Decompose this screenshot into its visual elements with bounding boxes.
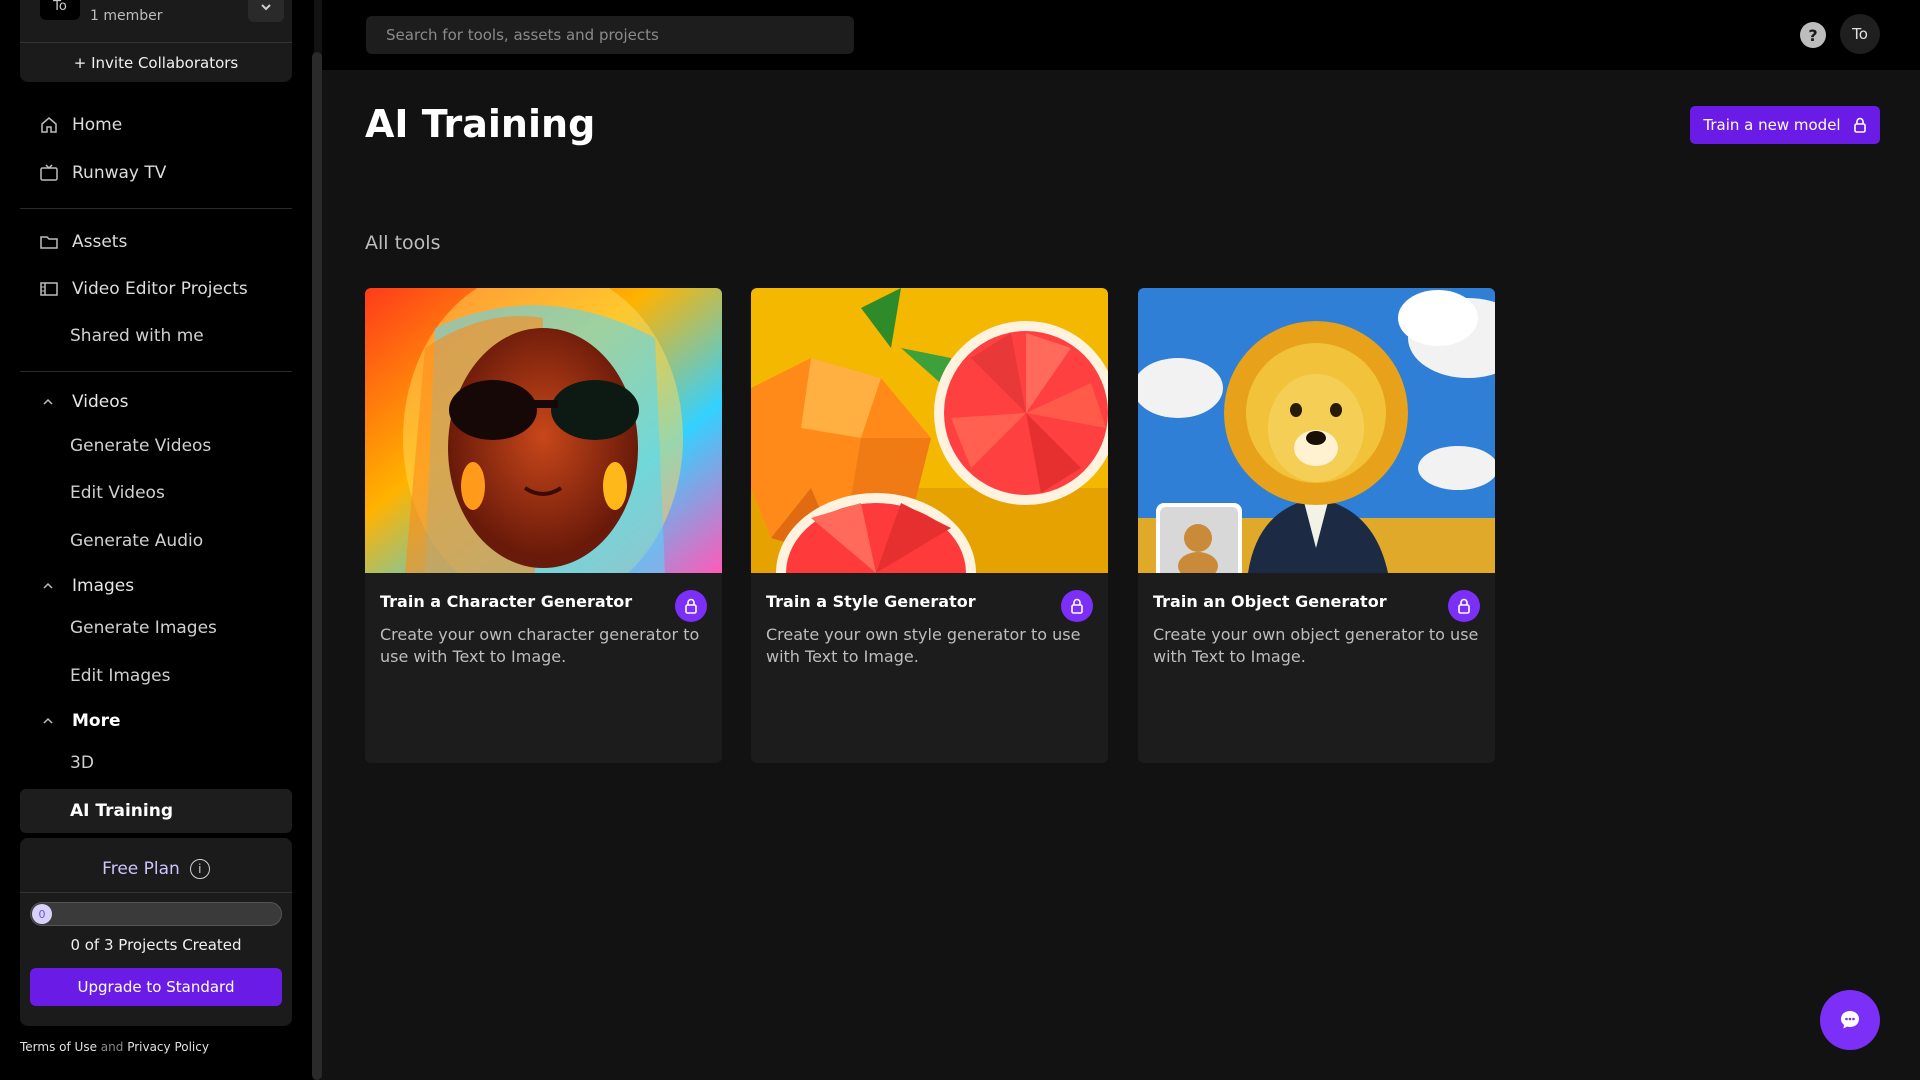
sidebar-item-shared-with-me[interactable]: Shared with me bbox=[70, 318, 204, 354]
lock-icon bbox=[1853, 117, 1866, 133]
projects-progress-bar: 0 bbox=[30, 902, 282, 926]
lock-icon bbox=[1448, 590, 1480, 622]
search-input[interactable] bbox=[366, 16, 854, 54]
privacy-link[interactable]: Privacy Policy bbox=[127, 1040, 209, 1054]
plan-divider bbox=[20, 892, 292, 893]
team-dropdown-button[interactable] bbox=[248, 0, 284, 22]
tool-card-object[interactable]: Train an Object Generator Create your ow… bbox=[1138, 288, 1495, 763]
chevron-down-icon bbox=[261, 4, 271, 11]
sidebar-item-label: Assets bbox=[72, 232, 128, 252]
sidebar-item-edit-images[interactable]: Edit Images bbox=[70, 658, 170, 694]
team-card: To 1 member + Invite Collaborators bbox=[20, 0, 292, 82]
sidebar-item-runway-tv[interactable]: Runway TV bbox=[38, 155, 166, 191]
terms-link[interactable]: Terms of Use bbox=[20, 1040, 97, 1054]
sidebar-item-3d[interactable]: 3D bbox=[70, 745, 94, 781]
card-description: Create your own character generator to u… bbox=[380, 625, 700, 666]
chevron-up-icon bbox=[38, 714, 58, 728]
sidebar: To 1 member + Invite Collaborators Home … bbox=[0, 0, 314, 1080]
sidebar-item-label: Home bbox=[72, 115, 123, 135]
sidebar-item-generate-videos[interactable]: Generate Videos bbox=[70, 428, 211, 464]
user-avatar[interactable]: To bbox=[1840, 14, 1880, 54]
sidebar-section-label: Videos bbox=[72, 392, 129, 412]
sidebar-item-assets[interactable]: Assets bbox=[38, 224, 127, 260]
team-avatar[interactable]: To bbox=[40, 0, 80, 20]
sidebar-divider bbox=[20, 371, 292, 372]
home-icon bbox=[38, 114, 60, 136]
plan-card: Free Plan i 0 0 of 3 Projects Created Up… bbox=[20, 838, 292, 1026]
card-image-object bbox=[1138, 288, 1495, 573]
sidebar-section-label: More bbox=[72, 711, 121, 731]
invite-collaborators-button[interactable]: + Invite Collaborators bbox=[20, 46, 292, 80]
card-description: Create your own object generator to use … bbox=[1153, 625, 1479, 666]
train-new-model-label: Train a new model bbox=[1703, 116, 1841, 134]
film-icon bbox=[38, 278, 60, 300]
tool-card-character[interactable]: Train a Character Generator Create your … bbox=[365, 288, 722, 763]
chevron-up-icon bbox=[38, 579, 58, 593]
sidebar-scrollbar[interactable] bbox=[312, 52, 322, 1080]
team-divider bbox=[20, 42, 292, 43]
team-members-count: 1 member bbox=[90, 8, 163, 24]
tool-card-style[interactable]: Train a Style Generator Create your own … bbox=[751, 288, 1108, 763]
legal-and: and bbox=[100, 1040, 124, 1054]
sidebar-item-video-editor-projects[interactable]: Video Editor Projects bbox=[38, 271, 248, 307]
card-title: Train a Style Generator bbox=[766, 592, 976, 611]
help-icon[interactable]: ? bbox=[1800, 22, 1826, 48]
sidebar-item-ai-training[interactable]: AI Training bbox=[70, 793, 173, 829]
plan-title: Free Plan bbox=[102, 859, 180, 879]
chat-icon bbox=[1841, 1011, 1859, 1029]
sidebar-divider bbox=[20, 208, 292, 209]
card-image-style bbox=[751, 288, 1108, 573]
progress-value: 0 bbox=[32, 904, 52, 924]
folder-icon bbox=[38, 231, 60, 253]
card-image-character bbox=[365, 288, 722, 573]
legal-links: Terms of Use and Privacy Policy bbox=[20, 1040, 209, 1054]
train-new-model-button[interactable]: Train a new model bbox=[1690, 106, 1880, 144]
sidebar-item-generate-images[interactable]: Generate Images bbox=[70, 610, 217, 646]
chat-support-button[interactable] bbox=[1820, 990, 1880, 1050]
tv-icon bbox=[38, 162, 60, 184]
sidebar-section-images[interactable]: Images bbox=[38, 570, 134, 602]
card-description: Create your own style generator to use w… bbox=[766, 625, 1081, 666]
projects-count: 0 of 3 Projects Created bbox=[70, 936, 242, 954]
sidebar-section-videos[interactable]: Videos bbox=[38, 386, 129, 418]
sidebar-item-generate-audio[interactable]: Generate Audio bbox=[70, 523, 203, 559]
info-icon[interactable]: i bbox=[189, 859, 210, 879]
sidebar-section-more[interactable]: More bbox=[38, 705, 121, 737]
sidebar-item-label: Video Editor Projects bbox=[72, 279, 248, 299]
sidebar-item-label: Runway TV bbox=[72, 163, 167, 183]
chevron-up-icon bbox=[38, 395, 58, 409]
upgrade-button[interactable]: Upgrade to Standard bbox=[30, 968, 282, 1006]
page-title: AI Training bbox=[365, 102, 596, 146]
sidebar-item-edit-videos[interactable]: Edit Videos bbox=[70, 475, 165, 511]
lock-icon bbox=[1061, 590, 1093, 622]
app-root: To 1 member + Invite Collaborators Home … bbox=[0, 0, 1920, 1080]
card-title: Train an Object Generator bbox=[1153, 592, 1387, 611]
lock-icon bbox=[675, 590, 707, 622]
sidebar-section-label: Images bbox=[72, 576, 135, 596]
sidebar-item-home[interactable]: Home bbox=[38, 107, 122, 143]
section-label-all-tools: All tools bbox=[365, 232, 441, 254]
plan-title-row: Free Plan i bbox=[20, 854, 292, 884]
card-title: Train a Character Generator bbox=[380, 592, 633, 611]
